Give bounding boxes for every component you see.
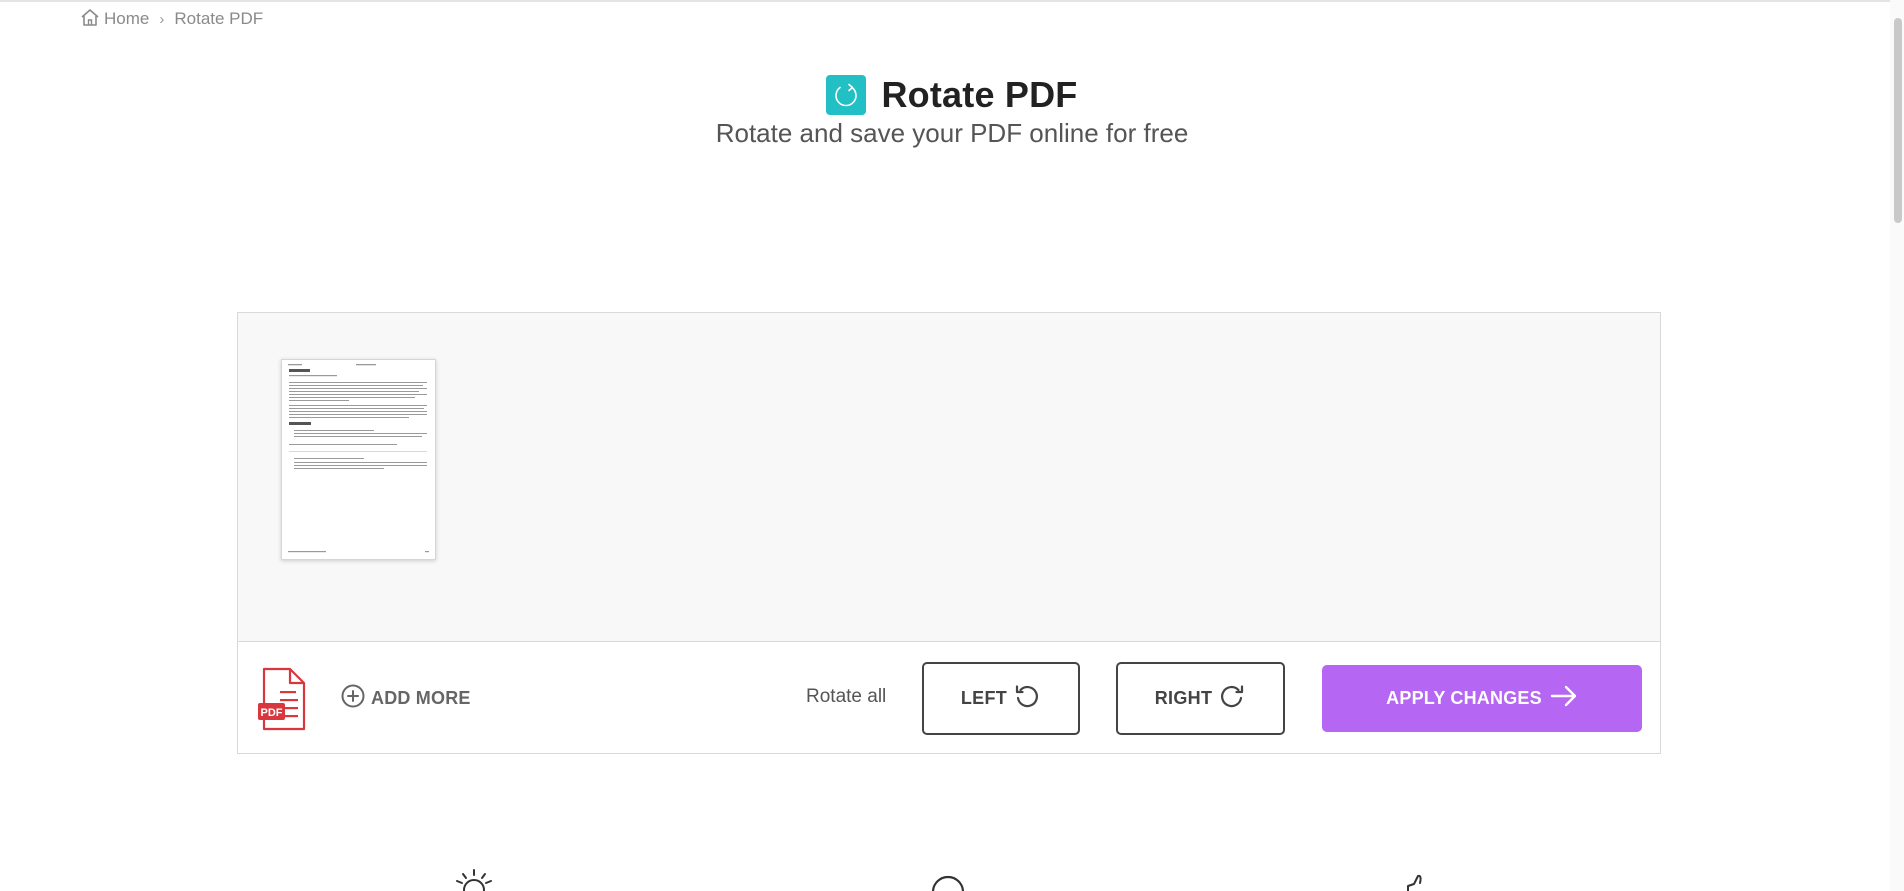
feature-lightbulb-icon bbox=[452, 868, 496, 891]
rotate-all-label: Rotate all bbox=[806, 686, 887, 707]
breadcrumb-current: Rotate PDF bbox=[174, 9, 264, 28]
rotate-right-label: RIGHT bbox=[1154, 688, 1213, 708]
rotate-left-button[interactable]: LEFT bbox=[922, 662, 1080, 735]
apply-changes-button[interactable]: APPLY CHANGES bbox=[1322, 665, 1642, 732]
scrollbar-thumb[interactable] bbox=[1894, 18, 1902, 223]
add-more-label: ADD MORE bbox=[371, 687, 471, 708]
breadcrumb: Home › Rotate PDF bbox=[80, 8, 263, 30]
feature-circle-icon bbox=[930, 874, 966, 891]
rotate-right-button[interactable]: RIGHT bbox=[1116, 662, 1285, 735]
rotate-toolbar: PDF ADD MORE Rotate all LEFT RIGHT APPLY… bbox=[238, 643, 1660, 753]
rotate-workspace: PDF ADD MORE Rotate all LEFT RIGHT APPLY… bbox=[237, 312, 1661, 754]
page-subtitle: Rotate and save your PDF online for free bbox=[715, 118, 1189, 148]
rotate-left-icon bbox=[1007, 682, 1041, 715]
rotate-right-icon bbox=[1212, 682, 1246, 715]
feature-thumbs-up-icon bbox=[1400, 874, 1430, 891]
page-preview-area bbox=[238, 313, 1660, 642]
pdf-file-icon: PDF bbox=[258, 667, 308, 731]
pdf-page-thumbnail[interactable] bbox=[281, 359, 436, 560]
apply-changes-label: APPLY CHANGES bbox=[1386, 688, 1542, 708]
add-more-button[interactable]: ADD MORE bbox=[341, 684, 471, 713]
rotate-left-label: LEFT bbox=[960, 688, 1008, 708]
breadcrumb-separator: › bbox=[159, 10, 165, 28]
plus-circle-icon bbox=[341, 684, 371, 713]
page-scrollbar[interactable] bbox=[1890, 0, 1904, 891]
top-divider bbox=[0, 0, 1904, 2]
pdf-badge-label: PDF bbox=[261, 707, 283, 719]
breadcrumb-home-label: Home bbox=[104, 9, 150, 28]
arrow-right-icon bbox=[1542, 685, 1578, 712]
home-icon bbox=[80, 8, 104, 31]
rotate-icon bbox=[826, 75, 867, 115]
page-title: Rotate PDF bbox=[881, 74, 1078, 115]
breadcrumb-home-link[interactable]: Home bbox=[80, 8, 149, 31]
page-header: Rotate PDF bbox=[0, 74, 1904, 116]
